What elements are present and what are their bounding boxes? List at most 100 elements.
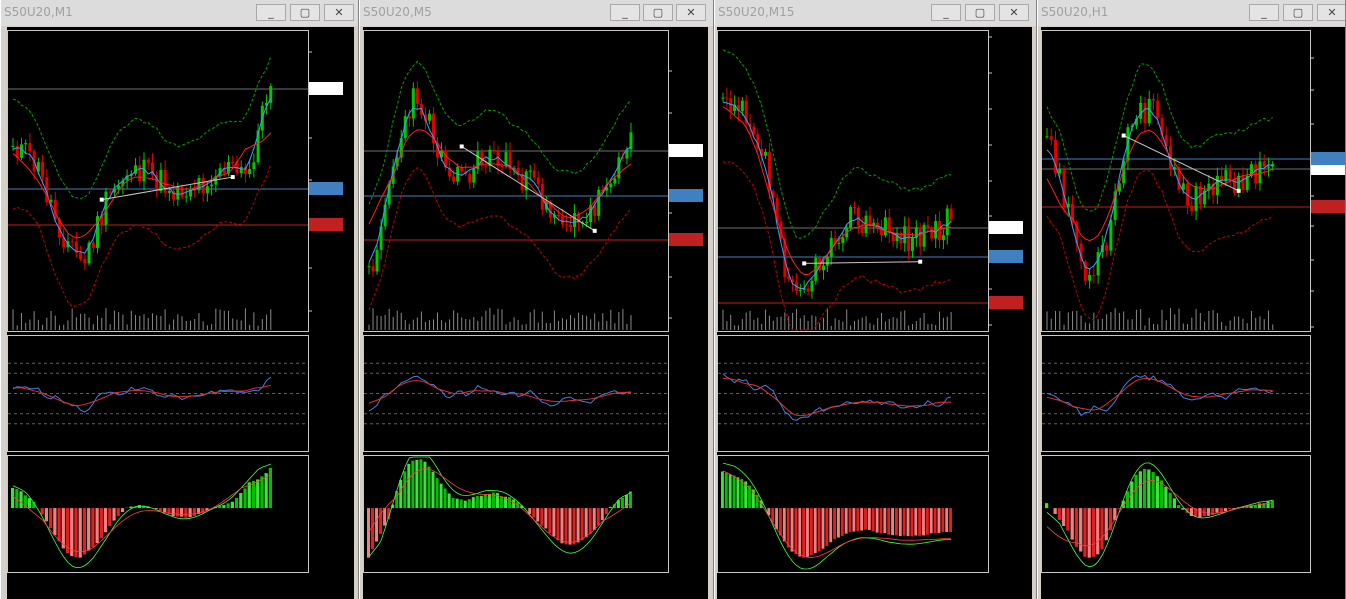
chart-area[interactable] <box>7 27 354 599</box>
macd-histogram-bar <box>1211 508 1215 515</box>
macd-histogram-bar <box>1045 503 1049 509</box>
candle-body <box>248 169 252 174</box>
maximize-button[interactable]: ▢ <box>643 4 673 21</box>
maximize-button[interactable]: ▢ <box>965 4 995 21</box>
macd-histogram-bar <box>945 508 949 533</box>
candle-body <box>500 165 504 167</box>
macd-histogram-bar <box>584 508 588 538</box>
rsi-ma-line <box>722 377 952 417</box>
macd-histogram-bar <box>596 508 600 526</box>
window-titlebar[interactable]: S50U20,M1 _ ▢ ✕ <box>1 0 358 26</box>
candle-body <box>837 242 841 244</box>
candle-body <box>752 126 756 135</box>
candle-body <box>1058 169 1062 174</box>
macd-histogram-bar <box>844 508 848 534</box>
macd-histogram-bar <box>860 508 864 531</box>
candle-body <box>138 165 142 182</box>
macd-histogram-bar <box>1172 498 1177 509</box>
chart-area[interactable] <box>717 27 1032 599</box>
minimize-button[interactable]: _ <box>931 4 961 21</box>
macd-histogram-bar <box>500 496 504 509</box>
macd-histogram-bar <box>61 508 65 549</box>
macd-histogram-bar <box>256 479 260 509</box>
price-pane-border <box>717 30 989 332</box>
minimize-button[interactable]: _ <box>610 4 640 21</box>
maximize-button[interactable]: ▢ <box>290 4 320 21</box>
macd-histogram-bar <box>483 494 487 509</box>
close-button[interactable]: ✕ <box>324 4 354 21</box>
bid-price-tag <box>669 144 703 157</box>
macd-histogram-bar <box>1206 508 1211 516</box>
minimize-button[interactable]: _ <box>256 4 286 21</box>
chart-area[interactable] <box>363 27 708 599</box>
ma-fast-line <box>368 107 632 263</box>
candle-body <box>1254 164 1258 184</box>
macd-histogram-bar <box>949 508 952 532</box>
macd-histogram-bar <box>184 508 188 518</box>
macd-histogram-bar <box>536 508 540 522</box>
chart-area[interactable] <box>1041 27 1345 599</box>
candle-body <box>239 166 243 174</box>
macd-histogram-bar <box>871 508 875 532</box>
macd-histogram-bar <box>91 508 95 548</box>
candle-body <box>1266 166 1270 168</box>
macd-histogram-bar <box>222 505 226 509</box>
candle-body <box>1228 170 1232 180</box>
macd-histogram-bar <box>375 508 379 542</box>
macd-histogram-bar <box>724 472 728 509</box>
chart-window-m5[interactable]: S50U20,M5 _ ▢ ✕ <box>359 0 714 599</box>
macd-histogram-bar <box>11 487 15 509</box>
candle-body <box>798 289 802 291</box>
macd-histogram-bar <box>933 508 937 533</box>
candle-body <box>1109 220 1113 251</box>
macd-histogram-bar <box>171 508 175 517</box>
macd-histogram-bar <box>154 508 158 509</box>
window-titlebar[interactable]: S50U20,M5 _ ▢ ✕ <box>360 0 713 26</box>
macd-histogram-bar <box>544 508 548 529</box>
macd-histogram-bar <box>1104 508 1108 541</box>
macd-histogram-bar <box>813 508 817 554</box>
window-titlebar[interactable]: S50U20,H1 _ ▢ ✕ <box>1038 0 1345 26</box>
candle-body <box>907 226 911 251</box>
ma-slow-line <box>12 132 272 239</box>
close-button[interactable]: ✕ <box>999 4 1029 21</box>
macd-histogram-bar <box>608 506 612 509</box>
bid-price-tag <box>309 82 343 95</box>
macd-histogram-bar <box>568 508 572 545</box>
macd-histogram-bar <box>116 508 120 516</box>
macd-histogram-bar <box>1070 508 1074 540</box>
candle-body <box>949 208 953 220</box>
macd-histogram-bar <box>809 508 813 555</box>
chart-window-h1[interactable]: S50U20,H1 _ ▢ ✕ <box>1037 0 1346 599</box>
macd-histogram-bar <box>540 508 544 526</box>
macd-histogram-bar <box>379 508 383 534</box>
window-titlebar[interactable]: S50U20,M15 _ ▢ ✕ <box>715 0 1036 26</box>
macd-histogram-bar <box>887 508 891 535</box>
maximize-button[interactable]: ▢ <box>1283 4 1313 21</box>
candle-body <box>849 207 853 228</box>
candle-body <box>210 184 214 187</box>
macd-histogram-bar <box>588 508 592 534</box>
envelope-lower <box>368 167 632 310</box>
close-button[interactable]: ✕ <box>1317 4 1345 21</box>
macd-histogram-bar <box>188 508 192 518</box>
macd-histogram-bar <box>407 463 411 509</box>
macd-histogram-bar <box>736 477 740 509</box>
macd-histogram-bar <box>898 508 902 537</box>
candle-body <box>918 227 922 247</box>
macd-histogram-bar <box>95 508 99 544</box>
macd-histogram-bar <box>82 508 87 555</box>
minimize-button[interactable]: _ <box>1249 4 1279 21</box>
candle-body <box>167 190 171 193</box>
chart-window-m1[interactable]: S50U20,M1 _ ▢ ✕ <box>0 0 359 599</box>
chart-window-m15[interactable]: S50U20,M15 _ ▢ ✕ <box>714 0 1037 599</box>
bid-price-tag <box>989 221 1023 234</box>
macd-histogram-bar <box>1177 505 1181 509</box>
window-title: S50U20,M1 <box>4 5 73 19</box>
candle-body <box>1105 245 1109 251</box>
candle-body <box>1258 161 1262 184</box>
close-button[interactable]: ✕ <box>676 4 706 21</box>
macd-histogram-bar <box>829 508 833 543</box>
candle-body <box>1241 175 1245 191</box>
candle-body <box>367 266 371 268</box>
